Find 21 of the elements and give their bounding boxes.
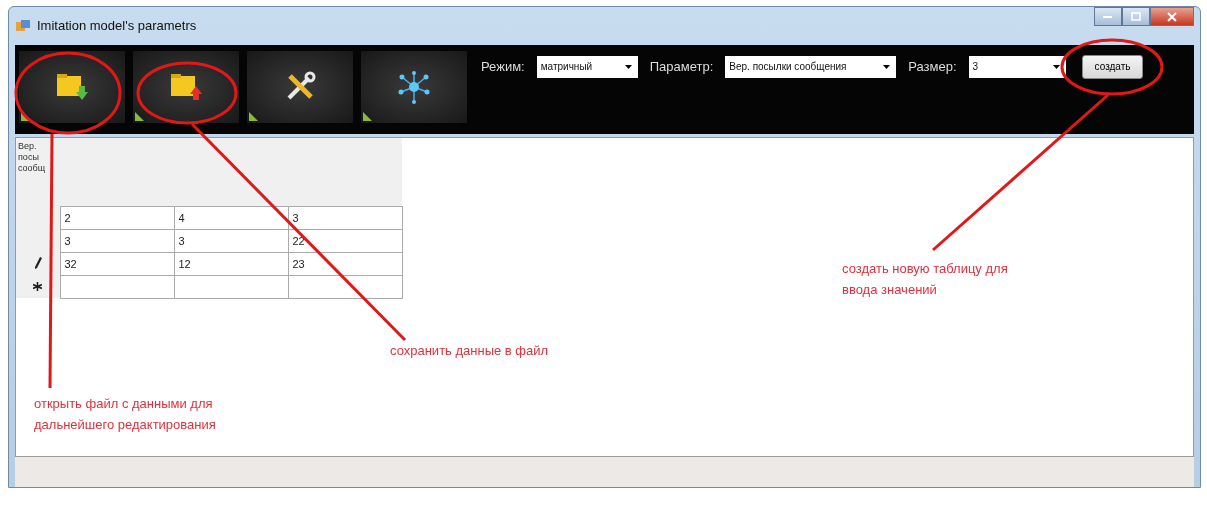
- window-title: Imitation model's parametrs: [37, 18, 197, 34]
- table-cell[interactable]: 3: [60, 229, 174, 253]
- table-cell[interactable]: 4: [174, 206, 288, 230]
- field-label: Параметр:: [649, 59, 714, 75]
- annotation-text: открыть файл с данными для дальнейшего редактирования: [34, 395, 217, 434]
- dropdown[interactable]: 3: [968, 55, 1066, 78]
- table-cell[interactable]: 3: [288, 206, 402, 230]
- table-cell[interactable]: 23: [288, 252, 402, 276]
- dropdown[interactable]: Вер. посылки сообщения: [725, 55, 897, 78]
- annotation-text: сохранить данные в файл: [390, 342, 550, 360]
- create-button[interactable]: создать: [1081, 54, 1144, 79]
- annotation-text: создать новую таблицу для ввода значений: [842, 260, 1009, 299]
- dropdown[interactable]: матричный: [536, 55, 638, 78]
- table-cell[interactable]: 3: [174, 229, 288, 253]
- table-cell[interactable]: 32: [60, 252, 174, 276]
- table-cell[interactable]: 12: [174, 252, 288, 276]
- table-cell[interactable]: 22: [288, 229, 402, 253]
- table-cell[interactable]: 2: [60, 206, 174, 230]
- column-header: Вер. посы сообщ: [16, 138, 60, 207]
- field-label: Режим:: [481, 59, 525, 75]
- field-label: Размер:: [908, 59, 957, 75]
